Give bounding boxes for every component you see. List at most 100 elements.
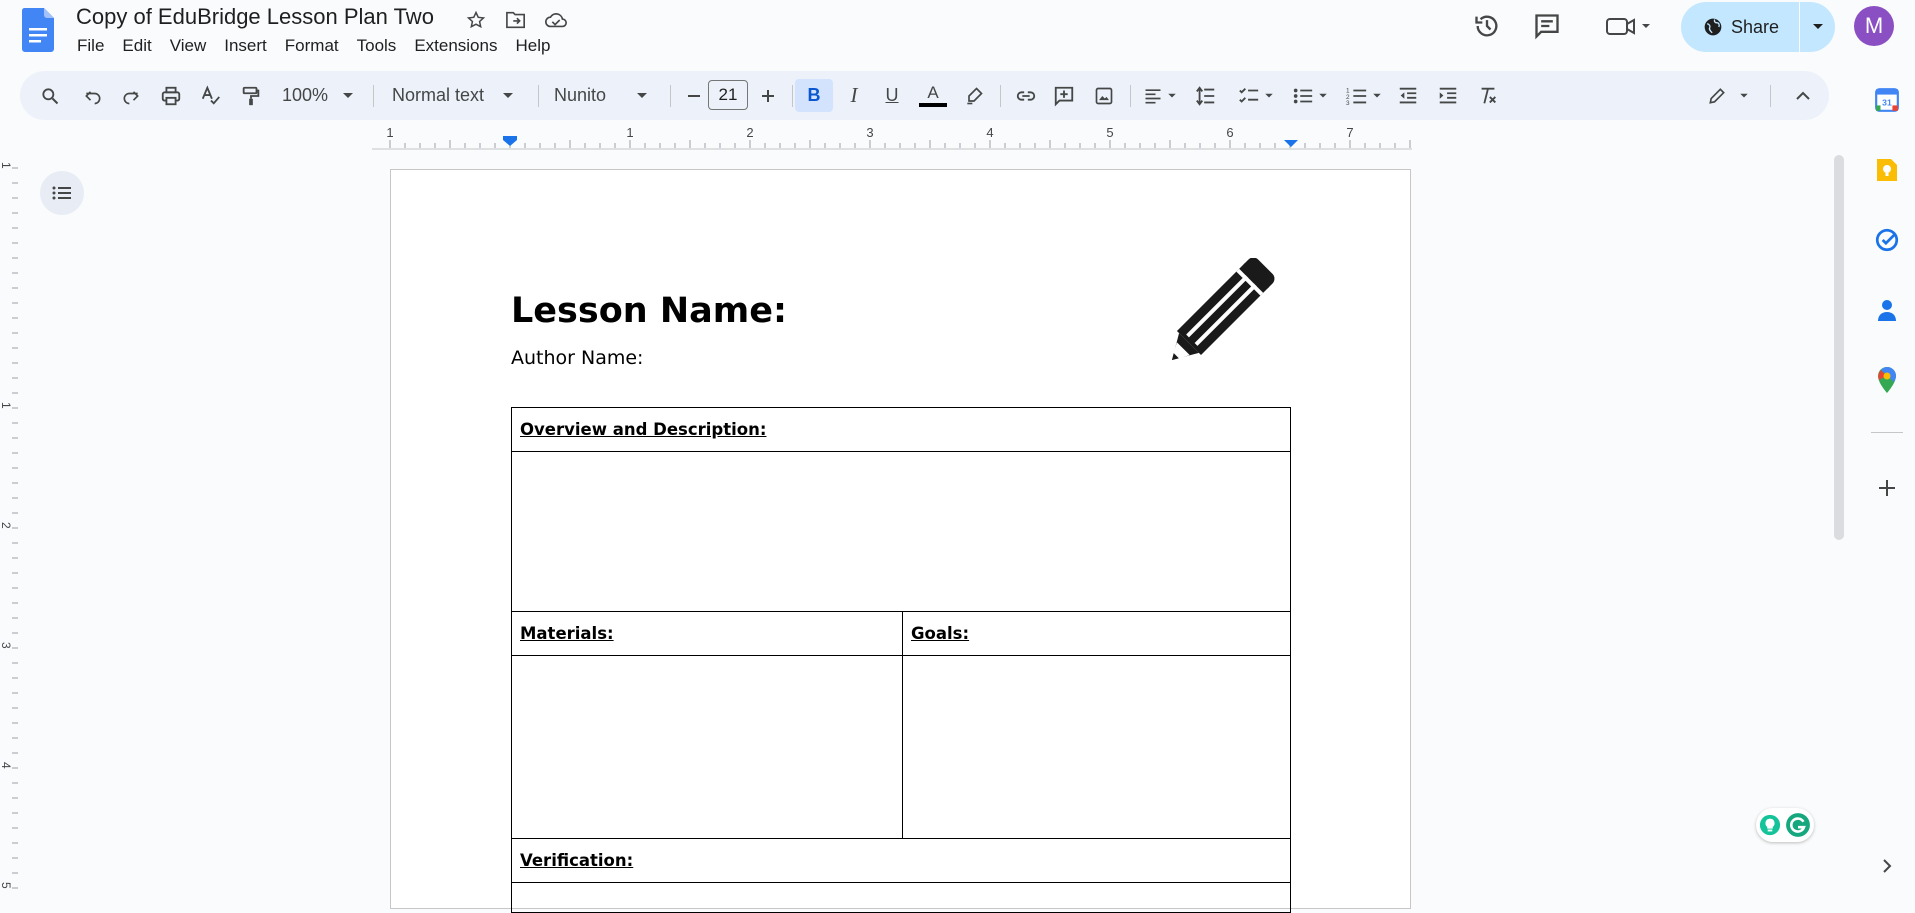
document-title[interactable]: Copy of EduBridge Lesson Plan Two: [76, 4, 434, 30]
move-folder-icon[interactable]: [504, 8, 528, 32]
goals-label: Goals:: [911, 624, 970, 643]
menu-file[interactable]: File: [68, 34, 113, 58]
link-icon[interactable]: [1010, 79, 1042, 112]
clear-format-icon[interactable]: [1472, 79, 1504, 112]
menu-extensions[interactable]: Extensions: [405, 34, 506, 58]
scrollbar[interactable]: [1834, 155, 1844, 540]
lightbulb-icon[interactable]: [1759, 814, 1781, 836]
paragraph-style-select[interactable]: Normal text: [392, 79, 532, 112]
menu-bar: File Edit View Insert Format Tools Exten…: [68, 34, 559, 58]
align-icon[interactable]: [1138, 79, 1182, 112]
keep-icon[interactable]: [1871, 154, 1903, 186]
cloud-saved-icon[interactable]: [544, 8, 568, 32]
verification-label: Verification:: [520, 851, 634, 870]
menu-help[interactable]: Help: [506, 34, 559, 58]
print-icon[interactable]: [156, 79, 186, 112]
lesson-name-heading[interactable]: Lesson Name:: [511, 291, 787, 331]
side-panel: 31: [1859, 70, 1915, 899]
vruler-label: 1: [0, 402, 13, 409]
edit-mode-icon[interactable]: [1698, 79, 1758, 112]
italic-icon[interactable]: I: [838, 79, 870, 112]
vruler-label: 4: [0, 762, 13, 769]
grammarly-icon[interactable]: [1785, 812, 1811, 838]
menu-insert[interactable]: Insert: [215, 34, 276, 58]
share-button[interactable]: Share: [1681, 2, 1835, 52]
docs-logo-icon[interactable]: [22, 8, 54, 52]
version-history-icon[interactable]: [1467, 6, 1507, 46]
font-size-input[interactable]: 21: [708, 80, 748, 110]
menu-format[interactable]: Format: [276, 34, 348, 58]
comments-icon[interactable]: [1527, 6, 1567, 46]
checklist-icon[interactable]: [1234, 79, 1278, 112]
paint-format-icon[interactable]: [236, 79, 266, 112]
decrease-font-size-icon[interactable]: [680, 79, 708, 112]
document-outline-icon[interactable]: [40, 171, 84, 215]
calendar-icon[interactable]: 31: [1871, 84, 1903, 116]
materials-header-cell[interactable]: Materials:: [511, 611, 903, 656]
star-icon[interactable]: [464, 8, 488, 32]
goals-header-cell[interactable]: Goals:: [902, 611, 1291, 656]
decrease-indent-icon[interactable]: [1392, 79, 1424, 112]
underline-icon[interactable]: U: [876, 79, 908, 112]
spellcheck-icon[interactable]: [196, 79, 226, 112]
svg-text:3: 3: [1346, 100, 1350, 107]
right-indent-marker: [1284, 140, 1298, 147]
share-main[interactable]: Share: [1681, 2, 1799, 52]
highlight-icon[interactable]: [958, 79, 990, 112]
ruler-label: 1: [626, 126, 633, 140]
tasks-icon[interactable]: [1871, 224, 1903, 256]
vruler-label: 1: [0, 162, 13, 169]
font-select[interactable]: Nunito: [554, 79, 672, 112]
share-label: Share: [1731, 16, 1780, 37]
undo-icon[interactable]: [80, 79, 106, 112]
vruler-label: 2: [0, 522, 13, 529]
toolbar-divider: [1130, 85, 1131, 107]
materials-label: Materials:: [520, 624, 614, 643]
side-divider: [1871, 432, 1903, 433]
goals-content-cell[interactable]: [902, 655, 1291, 839]
numbered-list-icon[interactable]: 123: [1342, 79, 1386, 112]
grammarly-widget[interactable]: [1756, 808, 1814, 842]
menu-view[interactable]: View: [161, 34, 216, 58]
toolbar-divider: [792, 85, 793, 107]
font-dropdown-icon: [636, 92, 648, 100]
line-spacing-icon[interactable]: [1190, 79, 1222, 112]
horizontal-ruler[interactable]: 1 1 2 3 4 5 6 7: [372, 126, 1412, 150]
vertical-ruler[interactable]: 1 1 2 3 4 5: [0, 158, 20, 899]
ruler-label: 4: [986, 126, 993, 140]
lesson-table: Overview and Description: Materials: Goa…: [511, 407, 1291, 913]
text-color-icon[interactable]: A: [916, 79, 950, 112]
collapse-icon[interactable]: [1788, 79, 1818, 112]
ruler-label: 7: [1346, 126, 1353, 140]
redo-icon[interactable]: [118, 79, 144, 112]
bold-icon[interactable]: B: [795, 79, 833, 112]
bullet-list-icon[interactable]: [1288, 79, 1332, 112]
materials-content-cell[interactable]: [511, 655, 903, 839]
chevron-right-icon[interactable]: [1871, 850, 1903, 882]
menu-tools[interactable]: Tools: [348, 34, 406, 58]
avatar[interactable]: M: [1854, 6, 1894, 46]
add-icon[interactable]: [1871, 472, 1903, 504]
maps-icon[interactable]: [1871, 364, 1903, 396]
zoom-select[interactable]: 100%: [282, 79, 362, 112]
toolbar-divider: [670, 85, 671, 107]
contacts-icon[interactable]: [1871, 294, 1903, 326]
image-icon[interactable]: [1088, 79, 1120, 112]
style-dropdown-icon: [502, 92, 514, 100]
increase-font-size-icon[interactable]: [754, 79, 782, 112]
share-dropdown-icon[interactable]: [1800, 2, 1835, 52]
overview-content-cell[interactable]: [511, 451, 1291, 612]
comment-icon[interactable]: [1048, 79, 1080, 112]
pencil-icon[interactable]: [1166, 258, 1284, 366]
search-icon[interactable]: [34, 79, 66, 112]
menu-edit[interactable]: Edit: [113, 34, 160, 58]
meet-icon[interactable]: [1600, 6, 1656, 46]
overview-header-cell[interactable]: Overview and Description:: [511, 407, 1291, 452]
ruler-label: 6: [1226, 126, 1233, 140]
vruler-label: 5: [0, 882, 13, 889]
verification-header-cell[interactable]: Verification:: [511, 838, 1291, 883]
increase-indent-icon[interactable]: [1432, 79, 1464, 112]
author-name-text[interactable]: Author Name:: [511, 347, 643, 369]
verification-content-cell[interactable]: [511, 882, 1291, 913]
toolbar-divider: [538, 85, 539, 107]
